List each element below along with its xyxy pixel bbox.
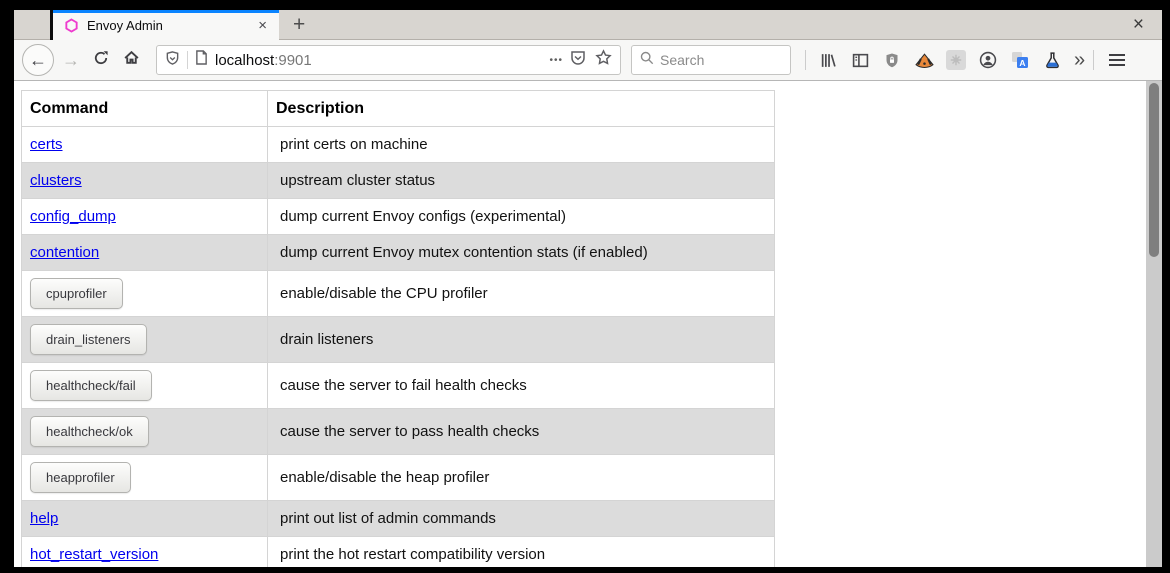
url-bar[interactable]: localhost:9901 ••• <box>156 45 621 75</box>
command-cell: config_dump <box>22 199 268 235</box>
active-tab-indicator <box>53 10 279 13</box>
command-link[interactable]: certs <box>30 136 63 153</box>
command-description: enable/disable the heap profiler <box>268 455 775 501</box>
column-header-command: Command <box>22 91 268 127</box>
forward-button[interactable]: → <box>56 45 86 75</box>
table-row: cpuprofiler enable/disable the CPU profi… <box>22 271 775 317</box>
command-cell: clusters <box>22 163 268 199</box>
table-row: heapprofiler enable/disable the heap pro… <box>22 455 775 501</box>
toolbar-extensions: A » <box>818 50 1085 70</box>
admin-commands-table: Command Description certs print certs on… <box>21 90 775 567</box>
overflow-chevron-icon[interactable]: » <box>1074 50 1085 70</box>
command-link[interactable]: clusters <box>30 172 82 189</box>
command-table-body: certs print certs on machine clusters up… <box>22 127 775 568</box>
navigation-toolbar: ← → <box>14 40 1162 81</box>
tracking-protection-shield-icon[interactable] <box>165 50 180 71</box>
command-description: print the hot restart compatibility vers… <box>268 537 775 568</box>
home-button[interactable] <box>116 45 146 75</box>
pocket-icon[interactable] <box>570 50 586 71</box>
translate-extension-icon[interactable]: A <box>1010 50 1030 70</box>
table-row: hot_restart_version print the hot restar… <box>22 537 775 568</box>
tab-strip: Envoy Admin × + × <box>14 10 1162 40</box>
titlebar: + × <box>279 10 1162 40</box>
command-cell: healthcheck/fail <box>22 363 268 409</box>
command-description: upstream cluster status <box>268 163 775 199</box>
tab-envoy-admin[interactable]: Envoy Admin × <box>53 10 279 40</box>
command-description: dump current Envoy configs (experimental… <box>268 199 775 235</box>
command-cell: heapprofiler <box>22 455 268 501</box>
svg-text:A: A <box>1019 58 1025 68</box>
column-header-description: Description <box>268 91 775 127</box>
menu-button[interactable] <box>1102 45 1132 75</box>
command-link[interactable]: config_dump <box>30 208 116 225</box>
command-link[interactable]: hot_restart_version <box>30 546 158 563</box>
tab-close-icon[interactable]: × <box>258 18 267 33</box>
scrollbar[interactable] <box>1146 81 1162 567</box>
table-row: clusters upstream cluster status <box>22 163 775 199</box>
library-icon[interactable] <box>818 50 838 70</box>
badger-extension-icon[interactable] <box>914 50 934 70</box>
back-icon: ← <box>29 51 47 69</box>
sidebar-toggle-icon[interactable] <box>850 50 870 70</box>
page-actions-icon[interactable]: ••• <box>549 55 563 66</box>
command-button[interactable]: heapprofiler <box>30 462 131 493</box>
table-row: contention dump current Envoy mutex cont… <box>22 235 775 271</box>
forward-icon: → <box>62 51 80 69</box>
command-cell: cpuprofiler <box>22 271 268 317</box>
command-description: drain listeners <box>268 317 775 363</box>
reload-button[interactable] <box>86 45 116 75</box>
titlebar-spacer <box>14 10 50 40</box>
command-cell: healthcheck/ok <box>22 409 268 455</box>
page-content: Command Description certs print certs on… <box>14 81 1162 567</box>
flask-extension-icon[interactable] <box>1042 50 1062 70</box>
search-input[interactable] <box>660 52 782 68</box>
command-description: cause the server to pass health checks <box>268 409 775 455</box>
command-cell: contention <box>22 235 268 271</box>
table-header-row: Command Description <box>22 91 775 127</box>
url-port: :9901 <box>274 52 312 69</box>
command-description: dump current Envoy mutex contention stat… <box>268 235 775 271</box>
protection-badge-icon[interactable] <box>882 50 902 70</box>
table-row: healthcheck/fail cause the server to fai… <box>22 363 775 409</box>
search-bar[interactable] <box>631 45 791 75</box>
table-row: config_dump dump current Envoy configs (… <box>22 199 775 235</box>
command-button[interactable]: healthcheck/fail <box>30 370 152 401</box>
envoy-favicon-icon <box>64 18 79 33</box>
new-tab-button[interactable]: + <box>293 14 305 35</box>
command-button[interactable]: cpuprofiler <box>30 278 123 309</box>
hamburger-icon <box>1109 59 1125 61</box>
command-cell: certs <box>22 127 268 163</box>
back-button[interactable]: ← <box>22 44 54 76</box>
command-description: cause the server to fail health checks <box>268 363 775 409</box>
tile-extension-icon[interactable] <box>946 50 966 70</box>
page-info-icon[interactable] <box>195 50 208 70</box>
bookmark-star-icon[interactable] <box>595 49 612 71</box>
tab-title: Envoy Admin <box>87 18 258 33</box>
table-row: certs print certs on machine <box>22 127 775 163</box>
table-row: healthcheck/ok cause the server to pass … <box>22 409 775 455</box>
table-row: help print out list of admin commands <box>22 501 775 537</box>
reload-icon <box>93 50 109 71</box>
command-link[interactable]: help <box>30 510 58 527</box>
home-icon <box>123 49 140 71</box>
command-cell: help <box>22 501 268 537</box>
command-button[interactable]: drain_listeners <box>30 324 147 355</box>
command-link[interactable]: contention <box>30 244 99 261</box>
url-host: localhost <box>215 52 274 69</box>
url-text[interactable]: localhost:9901 <box>215 52 542 69</box>
browser-window: Envoy Admin × + × ← → <box>0 0 1170 573</box>
command-cell: hot_restart_version <box>22 537 268 568</box>
command-description: print out list of admin commands <box>268 501 775 537</box>
account-icon[interactable] <box>978 50 998 70</box>
scrollbar-thumb[interactable] <box>1149 83 1159 257</box>
command-cell: drain_listeners <box>22 317 268 363</box>
command-description: enable/disable the CPU profiler <box>268 271 775 317</box>
command-button[interactable]: healthcheck/ok <box>30 416 149 447</box>
window-close-icon[interactable]: × <box>1133 15 1144 34</box>
search-icon <box>640 51 654 70</box>
command-description: print certs on machine <box>268 127 775 163</box>
table-row: drain_listeners drain listeners <box>22 317 775 363</box>
